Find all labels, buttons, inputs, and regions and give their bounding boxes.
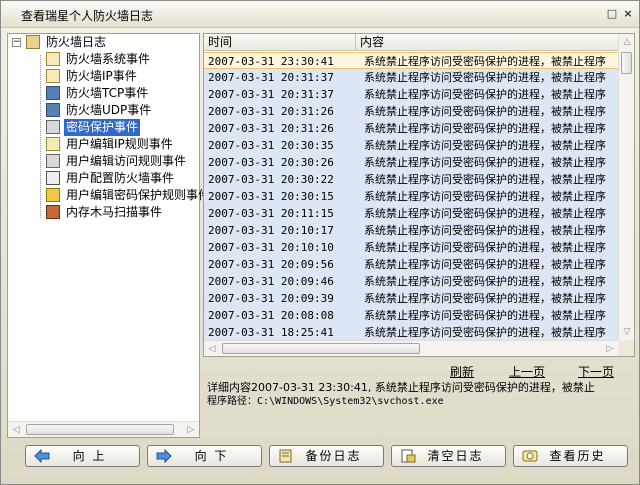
exe-icon — [46, 120, 60, 134]
tree-root-label: 防火墙日志 — [46, 35, 107, 49]
restore-icon[interactable]: □ — [605, 7, 619, 21]
column-header-content[interactable]: 内容 — [356, 34, 618, 51]
arrow-left-icon — [34, 449, 50, 463]
log-list: 时间 内容 2007-03-31 23:30:41 系统禁止程序访问受密码保护的进… — [203, 33, 635, 357]
table-row[interactable]: 2007-03-31 20:11:15 系统禁止程序访问受密码保护的进程，被禁止程… — [204, 205, 618, 222]
down-button[interactable]: 向 下 — [147, 445, 262, 467]
tree-item-label: 密码保护事件 — [64, 119, 141, 136]
tree-connector — [40, 55, 41, 218]
backup-log-label: 备份日志 — [305, 449, 362, 463]
view-history-button[interactable]: 查看历史 — [513, 445, 628, 467]
computer-icon — [46, 86, 60, 100]
tree-item-label: 用户编辑访问规则事件 — [66, 154, 187, 168]
tree-horizontal-scrollbar[interactable]: ◁ ▷ — [8, 421, 199, 437]
table-row[interactable]: 2007-03-31 20:31:26 系统禁止程序访问受密码保护的进程，被禁止程… — [204, 120, 618, 137]
scroll-right-icon[interactable]: ▷ — [183, 422, 199, 438]
detail-line: 详细内容2007-03-31 23:30:41, 系统禁止程序访问受密码保护的进… — [207, 381, 595, 394]
scan-icon — [46, 205, 60, 219]
table-row[interactable]: 2007-03-31 20:08:08 系统禁止程序访问受密码保护的进程，被禁止程… — [204, 307, 618, 324]
clear-log-button[interactable]: 清空日志 — [391, 445, 506, 467]
firewall-log-icon — [26, 35, 40, 49]
table-row[interactable]: 2007-03-31 20:31:37 系统禁止程序访问受密码保护的进程，被禁止程… — [204, 86, 618, 103]
tree-item-label: 防火墙IP事件 — [66, 69, 137, 83]
table-row[interactable]: 2007-03-31 20:10:10 系统禁止程序访问受密码保护的进程，被禁止程… — [204, 239, 618, 256]
tree-item-label: 防火墙UDP事件 — [66, 103, 152, 117]
tree-item-label: 防火墙TCP事件 — [66, 86, 149, 100]
arrow-right-icon — [156, 449, 172, 463]
down-button-label: 向 下 — [194, 449, 229, 463]
backup-log-button[interactable]: 备份日志 — [269, 445, 384, 467]
scroll-thumb[interactable] — [26, 424, 174, 435]
ip-doc-icon — [46, 137, 60, 151]
scroll-thumb[interactable] — [621, 52, 632, 74]
prev-page-link[interactable]: 上一页 — [509, 363, 545, 380]
detail-panel: 详细内容2007-03-31 23:30:41, 系统禁止程序访问受密码保护的进… — [207, 381, 633, 409]
doc-icon — [46, 52, 60, 66]
up-button-label: 向 上 — [72, 449, 107, 463]
scroll-left-icon[interactable]: ◁ — [204, 341, 220, 357]
detail-path: 程序路径：C:\WINDOWS\System32\svchost.exe — [207, 396, 444, 407]
refresh-link[interactable]: 刷新 — [450, 363, 474, 380]
scroll-right-icon[interactable]: ▷ — [602, 341, 618, 357]
scroll-left-icon[interactable]: ◁ — [8, 422, 24, 438]
table-row[interactable]: 2007-03-31 23:30:41 系统禁止程序访问受密码保护的进程，被禁止程… — [204, 52, 618, 69]
table-row[interactable]: 2007-03-31 20:30:26 系统禁止程序访问受密码保护的进程，被禁止程… — [204, 154, 618, 171]
scroll-corner — [618, 340, 634, 356]
exe-icon — [46, 154, 60, 168]
table-row[interactable]: 2007-03-31 20:09:56 系统禁止程序访问受密码保护的进程，被禁止程… — [204, 256, 618, 273]
table-row[interactable]: 2007-03-31 20:09:46 系统禁止程序访问受密码保护的进程，被禁止程… — [204, 273, 618, 290]
scroll-thumb[interactable] — [222, 343, 420, 354]
title-bar: 查看瑞星个人防火墙日志 □ × — [1, 1, 639, 28]
config-icon — [46, 171, 60, 185]
table-row[interactable]: 2007-03-31 20:31:26 系统禁止程序访问受密码保护的进程，被禁止程… — [204, 103, 618, 120]
tree-item-label: 用户配置防火墙事件 — [66, 171, 175, 185]
tree-item-label: 用户编辑IP规则事件 — [66, 137, 173, 151]
view-history-label: 查看历史 — [549, 449, 606, 463]
key-icon — [46, 188, 60, 202]
backup-icon — [279, 449, 292, 463]
log-viewer-window: 查看瑞星个人防火墙日志 □ × − 防火墙日志 防火墙系统事件 防火墙IP事件 … — [0, 0, 640, 485]
table-row[interactable]: 2007-03-31 20:30:15 系统禁止程序访问受密码保护的进程，被禁止程… — [204, 188, 618, 205]
up-button[interactable]: 向 上 — [25, 445, 140, 467]
clear-log-label: 清空日志 — [427, 449, 484, 463]
close-icon[interactable]: × — [621, 7, 635, 21]
list-horizontal-scrollbar[interactable]: ◁ ▷ — [204, 340, 618, 356]
tree-item-label: 用户编辑密码保护规则事件 — [66, 188, 211, 202]
collapse-toggle[interactable]: − — [12, 38, 21, 47]
tree-item-label: 内存木马扫描事件 — [66, 205, 163, 219]
scroll-up-icon[interactable]: △ — [619, 34, 635, 50]
scroll-down-icon[interactable]: ▽ — [619, 324, 635, 340]
table-row[interactable]: 2007-03-31 20:30:22 系统禁止程序访问受密码保护的进程，被禁止程… — [204, 171, 618, 188]
table-row[interactable]: 2007-03-31 20:10:17 系统禁止程序访问受密码保护的进程，被禁止程… — [204, 222, 618, 239]
computer-icon — [46, 103, 60, 117]
table-row[interactable]: 2007-03-31 20:31:37 系统禁止程序访问受密码保护的进程，被禁止程… — [204, 69, 618, 86]
column-header-time[interactable]: 时间 — [204, 34, 356, 51]
tree-item-label: 防火墙系统事件 — [66, 52, 151, 66]
clear-icon — [401, 449, 416, 463]
next-page-link[interactable]: 下一页 — [578, 363, 614, 380]
table-row[interactable]: 2007-03-31 20:09:39 系统禁止程序访问受密码保护的进程，被禁止程… — [204, 290, 618, 307]
history-icon — [522, 450, 538, 462]
table-row[interactable]: 2007-03-31 18:25:41 系统禁止程序访问受密码保护的进程，被禁止程… — [204, 324, 618, 341]
window-title: 查看瑞星个人防火墙日志 — [21, 9, 154, 23]
table-row[interactable]: 2007-03-31 20:30:35 系统禁止程序访问受密码保护的进程，被禁止程… — [204, 137, 618, 154]
log-category-tree: − 防火墙日志 防火墙系统事件 防火墙IP事件 防火墙TCP事件 防火墙UDP事… — [7, 33, 210, 438]
list-vertical-scrollbar[interactable]: △ ▽ — [618, 34, 634, 340]
list-header: 时间 内容 — [204, 34, 618, 51]
ip-doc-icon — [46, 69, 60, 83]
